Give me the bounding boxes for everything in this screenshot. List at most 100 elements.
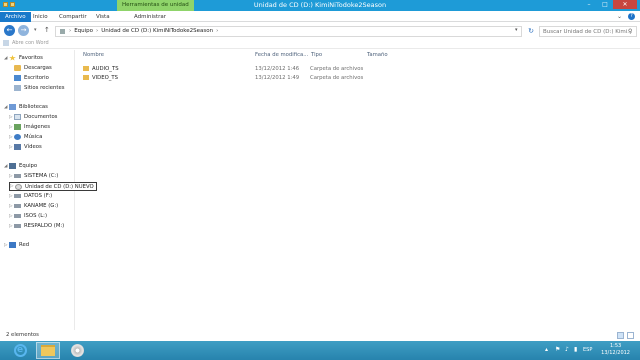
- nav-documentos[interactable]: ▷ Documentos: [9, 114, 57, 120]
- large-icons-view-icon[interactable]: [627, 332, 634, 339]
- nav-drive-m[interactable]: ▷ RESPALDO (M:): [9, 223, 64, 229]
- breadcrumb-separator: ›: [216, 28, 219, 34]
- nav-drive-d[interactable]: ▷ Unidad de CD (D:) NUEVO: [9, 182, 97, 191]
- folder-icon: [83, 75, 89, 80]
- file-date: 13/12/2012 1:49: [255, 74, 300, 81]
- file-name: AUDIO_TS: [92, 65, 119, 72]
- drive-icon: [14, 194, 21, 198]
- tab-compartir[interactable]: Compartir: [54, 12, 92, 22]
- drive-icon: [14, 174, 21, 178]
- item-count: 2 elementos: [6, 332, 39, 338]
- status-bar: 2 elementos: [0, 330, 640, 341]
- volume-icon[interactable]: ♪: [565, 346, 569, 353]
- nav-drive-l[interactable]: ▷ ISOS (L:): [9, 213, 47, 219]
- nav-escritorio[interactable]: Escritorio: [14, 75, 49, 81]
- recent-locations-icon[interactable]: ▾: [34, 27, 37, 33]
- drive-icon: [14, 204, 21, 208]
- address-dropdown-icon[interactable]: ▾: [515, 27, 518, 33]
- open-with-label: Abre con Word: [12, 40, 49, 46]
- title-bar: Herramientas de unidad Unidad de CD (D:)…: [0, 0, 640, 11]
- recent-places-icon: [14, 85, 21, 91]
- clock-date: 13/12/2012: [601, 350, 630, 356]
- window-title: Unidad de CD (D:) KimiNiTodoke2Season: [253, 1, 387, 9]
- nav-equipo[interactable]: ◢ Equipo: [4, 163, 37, 169]
- word-icon: [3, 40, 9, 46]
- pictures-icon: [14, 124, 21, 130]
- taskbar-file-explorer[interactable]: [36, 342, 60, 359]
- folder-icon: [41, 345, 55, 356]
- maximize-button[interactable]: □: [597, 0, 613, 9]
- language-indicator[interactable]: ESP: [583, 347, 592, 353]
- libraries-icon: [9, 104, 16, 110]
- forward-button[interactable]: →: [18, 25, 29, 36]
- close-button[interactable]: ✕: [613, 0, 637, 9]
- nav-musica[interactable]: ▷ Música: [9, 134, 42, 140]
- nav-imagenes[interactable]: ▷ Imágenes: [9, 124, 50, 130]
- column-header-tipo[interactable]: Tipo: [311, 52, 322, 58]
- tab-archivo[interactable]: Archivo: [0, 12, 31, 22]
- nav-descargas[interactable]: Descargas: [14, 65, 52, 71]
- search-icon[interactable]: ⚲: [628, 28, 632, 35]
- back-button[interactable]: ←: [4, 25, 15, 36]
- minimize-button[interactable]: –: [581, 0, 597, 9]
- tab-vista[interactable]: Vista: [91, 12, 115, 22]
- show-hidden-icons-icon[interactable]: ▴: [545, 346, 548, 353]
- file-date: 13/12/2012 1:46: [255, 65, 300, 72]
- drive-icon: [14, 214, 21, 218]
- collapse-arrow-icon[interactable]: ◢: [4, 56, 9, 61]
- column-header-nombre[interactable]: Nombre: [83, 52, 104, 58]
- nav-red[interactable]: ▷ Red: [4, 242, 29, 248]
- folder-icon: [83, 66, 89, 71]
- nav-drive-g[interactable]: ▷ KANAME (G:): [9, 203, 58, 209]
- clock-time: 1:53: [609, 343, 622, 349]
- cd-drive-icon: [15, 183, 22, 190]
- nav-sitios-recientes[interactable]: Sitios recientes: [14, 85, 64, 91]
- network-tray-icon[interactable]: ▮: [574, 346, 577, 353]
- music-icon: [14, 134, 21, 140]
- desktop-icon: [14, 75, 21, 81]
- drive-icon: [14, 224, 21, 228]
- nav-drive-f[interactable]: ▷ DATOS (F:): [9, 193, 52, 199]
- file-row[interactable]: AUDIO_TS 13/12/2012 1:46 Carpeta de arch…: [83, 64, 403, 73]
- command-strip: Abre con Word: [0, 38, 640, 49]
- breadcrumb-separator: ›: [96, 28, 99, 34]
- nav-videos[interactable]: ▷ Vídeos: [9, 144, 42, 150]
- taskbar-disc-app[interactable]: [65, 342, 89, 359]
- address-bar[interactable]: › Equipo › Unidad de CD (D:) KimiNiTodok…: [55, 26, 522, 37]
- breadcrumb-equipo[interactable]: Equipo: [74, 27, 93, 36]
- breadcrumb-separator: ›: [69, 28, 72, 34]
- navigation-pane: ◢ Favoritos Descargas Escritorio Sitios …: [0, 50, 97, 330]
- help-icon[interactable]: ?: [628, 13, 635, 20]
- disc-icon: [70, 344, 84, 357]
- navigation-bar: ← → ▾ ↑ › Equipo › Unidad de CD (D:) Kim…: [0, 22, 640, 38]
- refresh-icon[interactable]: ↻: [526, 26, 536, 37]
- computer-icon: [9, 163, 16, 169]
- nav-favoritos[interactable]: ◢ Favoritos: [4, 55, 43, 61]
- file-type: Carpeta de archivos: [310, 65, 364, 72]
- nav-drive-c[interactable]: ▷ SISTEMA (C:): [9, 173, 58, 179]
- details-view-icon[interactable]: [617, 332, 624, 339]
- nav-bibliotecas[interactable]: ◢ Bibliotecas: [4, 104, 48, 110]
- internet-explorer-icon: e: [13, 344, 27, 357]
- ribbon-tabs: Archivo Inicio Compartir Vista Administr…: [0, 11, 640, 22]
- network-icon: [9, 242, 16, 248]
- search-input[interactable]: [539, 26, 637, 37]
- tab-administrar[interactable]: Administrar: [129, 12, 171, 22]
- drive-icon: [60, 29, 65, 34]
- column-header-tamano[interactable]: Tamaño: [367, 52, 388, 58]
- column-header-fecha[interactable]: Fecha de modifica...: [255, 52, 308, 58]
- open-with-word-button[interactable]: Abre con Word: [3, 40, 49, 46]
- downloads-icon: [14, 65, 21, 71]
- chevron-down-icon[interactable]: ⌄: [617, 13, 622, 20]
- star-icon: [9, 55, 16, 61]
- up-arrow-icon[interactable]: ↑: [44, 26, 50, 34]
- file-name: VIDEO_TS: [92, 74, 119, 81]
- taskbar: e ▴ ⚑ ♪ ▮ ESP 1:53 13/12/2012: [0, 341, 640, 360]
- tab-inicio[interactable]: Inicio: [28, 12, 53, 22]
- breadcrumb-cd-drive[interactable]: Unidad de CD (D:) KimiNiTodoke2Season: [101, 27, 213, 36]
- taskbar-internet-explorer[interactable]: e: [8, 342, 32, 359]
- clock[interactable]: 1:53 13/12/2012: [601, 343, 630, 357]
- window-controls: – □ ✕: [581, 0, 637, 9]
- file-row[interactable]: VIDEO_TS 13/12/2012 1:49 Carpeta de arch…: [83, 73, 403, 82]
- flag-icon[interactable]: ⚑: [555, 346, 560, 353]
